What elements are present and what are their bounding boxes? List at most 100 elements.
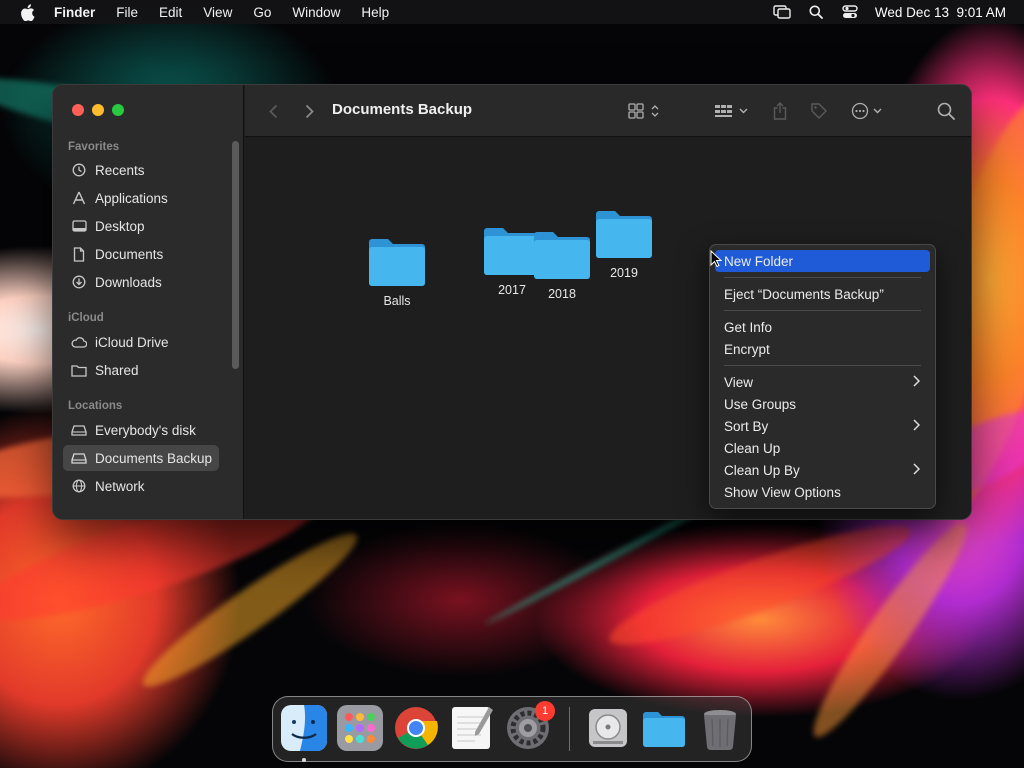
sidebar-item-network[interactable]: Network (63, 473, 219, 499)
sidebar-item-recents[interactable]: Recents (63, 157, 219, 183)
menu-item-get-info[interactable]: Get Info (715, 316, 930, 338)
desktop-icon (71, 218, 87, 234)
external-disk-icon (71, 450, 87, 466)
sidebar-item-shared[interactable]: Shared (63, 357, 219, 383)
close-button[interactable] (72, 104, 84, 116)
globe-icon (71, 478, 87, 494)
more-actions-icon[interactable] (849, 100, 889, 122)
screen-mirroring-icon[interactable] (773, 4, 791, 20)
sidebar-item-label: iCloud Drive (95, 334, 169, 350)
document-icon (71, 246, 87, 262)
sidebar-item-label: Recents (95, 162, 145, 178)
menu-separator (724, 365, 921, 366)
menu-edit[interactable]: Edit (159, 5, 182, 20)
trash-icon[interactable] (697, 705, 743, 751)
finder-icon[interactable] (281, 705, 327, 751)
sidebar-scrollbar[interactable] (232, 141, 239, 369)
running-indicator (302, 758, 306, 762)
chevron-right-icon (913, 375, 920, 387)
sidebar-item-label: Network (95, 478, 145, 494)
sidebar-item-documents-backup[interactable]: Documents Backup (63, 445, 219, 471)
sidebar-header-locations: Locations (68, 400, 123, 412)
folder-item[interactable]: 2019 (584, 208, 664, 280)
menu-item-view[interactable]: View (715, 371, 930, 393)
sidebar-header-icloud: iCloud (68, 312, 104, 324)
icon-view-toggle[interactable] (625, 100, 665, 122)
chevron-right-icon (913, 463, 920, 475)
menu-item-label: View (724, 374, 754, 390)
menu-view[interactable]: View (203, 5, 232, 20)
menu-file[interactable]: File (116, 5, 138, 20)
download-icon (71, 274, 87, 290)
menu-item-clean-up[interactable]: Clean Up (715, 437, 930, 459)
textedit-icon[interactable] (449, 705, 495, 751)
toolbar: Documents Backup (245, 85, 971, 137)
sidebar-item-icloud-drive[interactable]: iCloud Drive (63, 329, 219, 355)
sidebar-item-label: Everybody's disk (95, 422, 196, 438)
disk-icon (71, 422, 87, 438)
folder-icon (596, 211, 652, 258)
group-by-icon[interactable] (712, 100, 752, 122)
notification-badge: 1 (535, 701, 555, 721)
sidebar-item-label: Shared (95, 362, 139, 378)
folder-name: Balls (383, 294, 411, 308)
menu-app-finder[interactable]: Finder (54, 5, 95, 20)
disk-utility-icon[interactable] (585, 705, 631, 751)
dock: 1 (272, 696, 752, 762)
sidebar-item-desktop[interactable]: Desktop (63, 213, 219, 239)
sidebar-header-favorites: Favorites (68, 141, 120, 153)
clock-icon (71, 162, 87, 178)
cloud-icon (71, 334, 87, 350)
sidebar-item-applications[interactable]: Applications (63, 185, 219, 211)
folder-name: 2018 (548, 287, 576, 301)
sidebar-item-label: Desktop (95, 218, 145, 234)
mouse-pointer-icon (710, 250, 722, 268)
applications-icon (71, 190, 87, 206)
folder-icon[interactable] (641, 705, 687, 751)
menu-bar-clock[interactable]: Wed Dec 13 9:01 AM (875, 5, 1006, 20)
window-title: Documents Backup (332, 101, 473, 118)
menu-item-sort-by[interactable]: Sort By (715, 415, 930, 437)
sidebar-item-label: Documents (95, 246, 164, 262)
menu-item-clean-up-by[interactable]: Clean Up By (715, 459, 930, 481)
back-chevron-icon[interactable] (263, 101, 283, 121)
menu-separator (724, 277, 921, 278)
menu-item-encrypt[interactable]: Encrypt (715, 338, 930, 360)
context-menu: New Folder Eject “Documents Backup” Get … (709, 244, 936, 509)
folder-item[interactable]: Balls (357, 236, 437, 308)
share-icon[interactable] (770, 100, 790, 122)
launchpad-icon[interactable] (337, 705, 383, 751)
menu-item-new-folder[interactable]: New Folder (715, 250, 930, 272)
menu-separator (724, 310, 921, 311)
menu-item-show-view-options[interactable]: Show View Options (715, 481, 930, 503)
search-icon[interactable] (935, 100, 957, 122)
dock-separator (569, 707, 570, 751)
control-center-icon[interactable] (841, 4, 859, 20)
chrome-icon[interactable] (393, 705, 439, 751)
sidebar-item-label: Downloads (95, 274, 162, 290)
menu-item-eject[interactable]: Eject “Documents Backup” (715, 283, 930, 305)
folder-icon (534, 232, 590, 279)
menu-item-use-groups[interactable]: Use Groups (715, 393, 930, 415)
window-controls (72, 104, 124, 116)
menu-help[interactable]: Help (361, 5, 389, 20)
shared-folder-icon (71, 362, 87, 378)
tag-icon[interactable] (808, 100, 830, 122)
sidebar: Favorites Recents Applications Desktop D… (53, 85, 244, 519)
forward-chevron-icon[interactable] (299, 101, 319, 121)
menu-window[interactable]: Window (292, 5, 340, 20)
sidebar-item-everybodys-disk[interactable]: Everybody's disk (63, 417, 219, 443)
sidebar-item-label: Documents Backup (95, 450, 213, 466)
spotlight-search-icon[interactable] (807, 4, 825, 20)
folder-name: 2019 (610, 266, 638, 280)
menu-go[interactable]: Go (253, 5, 271, 20)
menu-bar: Finder File Edit View Go Window Help Wed… (0, 0, 1024, 24)
minimize-button[interactable] (92, 104, 104, 116)
menu-item-label: Clean Up By (724, 462, 800, 478)
zoom-button[interactable] (112, 104, 124, 116)
sidebar-item-downloads[interactable]: Downloads (63, 269, 219, 295)
sidebar-item-documents[interactable]: Documents (63, 241, 219, 267)
chevron-right-icon (913, 419, 920, 431)
menu-item-label: Sort By (724, 418, 769, 434)
apple-menu-icon[interactable] (18, 3, 36, 21)
